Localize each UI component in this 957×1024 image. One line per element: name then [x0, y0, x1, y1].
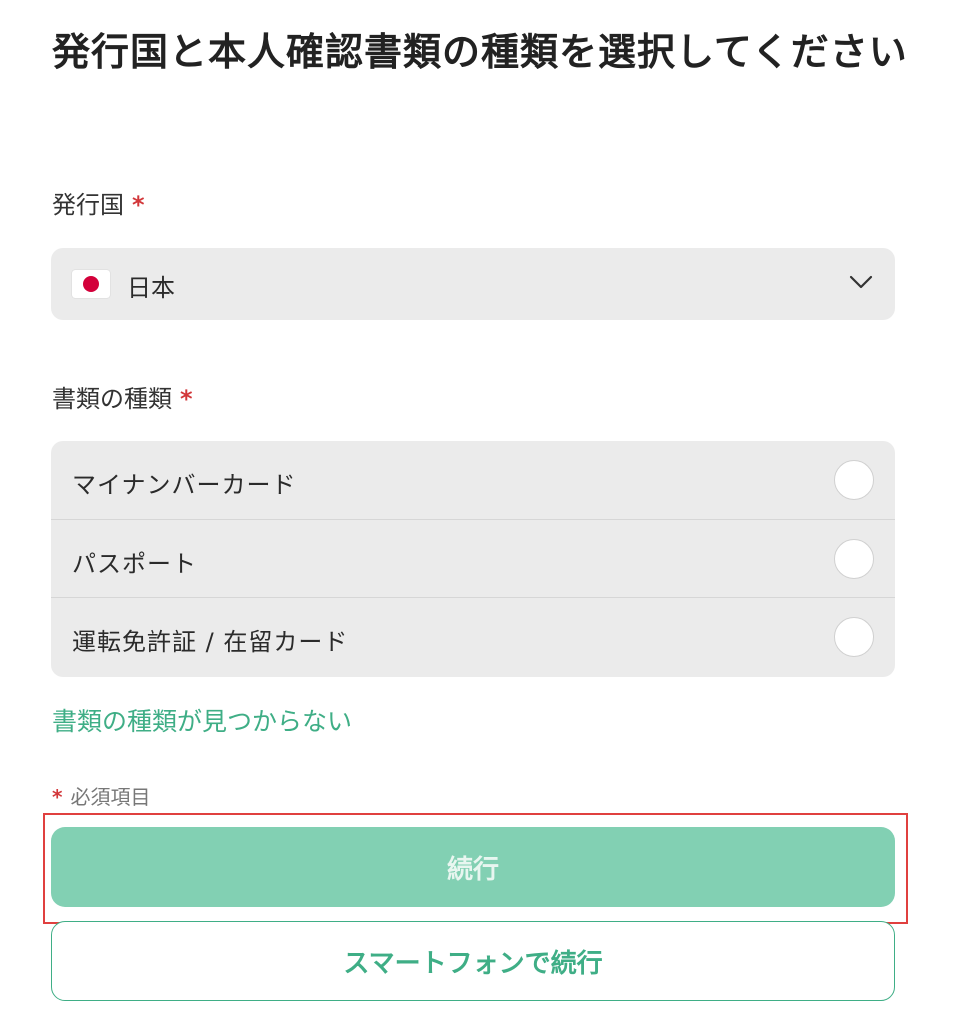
option-drivers-license-residence-card[interactable]: 運転免許証 / 在留カード	[51, 598, 895, 677]
continue-button-label: 続行	[446, 854, 499, 885]
continue-on-smartphone-button[interactable]: スマートフォンで続行	[51, 921, 895, 1001]
radio-button[interactable]	[834, 538, 874, 579]
option-label: マイナンバーカード	[72, 471, 297, 499]
option-passport[interactable]: パスポート	[51, 520, 895, 599]
page-title: 発行国と本人確認書類の種類を選択してください	[52, 30, 908, 74]
country-label-text: 発行国	[52, 191, 124, 219]
option-my-number-card[interactable]: マイナンバーカード	[51, 441, 895, 520]
chevron-down-icon	[849, 275, 873, 289]
continue-button[interactable]: 続行	[51, 827, 895, 907]
japan-flag-icon	[72, 270, 110, 298]
required-note-text: 必須項目	[70, 785, 151, 809]
required-asterisk: *	[52, 785, 63, 809]
document-type-label: 書類の種類 *	[52, 379, 193, 414]
document-not-found-link[interactable]: 書類の種類が見つからない	[52, 702, 352, 738]
required-note: * 必須項目	[52, 781, 150, 810]
required-asterisk: *	[180, 385, 193, 413]
country-label: 発行国 *	[52, 185, 145, 220]
country-select[interactable]: 日本	[51, 248, 895, 320]
required-asterisk: *	[132, 191, 145, 219]
document-type-label-text: 書類の種類	[52, 385, 172, 413]
radio-button[interactable]	[834, 617, 874, 658]
country-select-value: 日本	[127, 274, 175, 302]
document-type-options: マイナンバーカード パスポート 運転免許証 / 在留カード	[51, 441, 895, 677]
radio-button[interactable]	[834, 460, 874, 500]
continue-on-smartphone-label: スマートフォンで続行	[343, 948, 603, 979]
option-label: 運転免許証 / 在留カード	[72, 628, 349, 657]
option-label: パスポート	[72, 549, 197, 578]
document-selection-page: 発行国と本人確認書類の種類を選択してください 発行国 * 日本 書類の種類 * マイ…	[0, 0, 957, 1024]
